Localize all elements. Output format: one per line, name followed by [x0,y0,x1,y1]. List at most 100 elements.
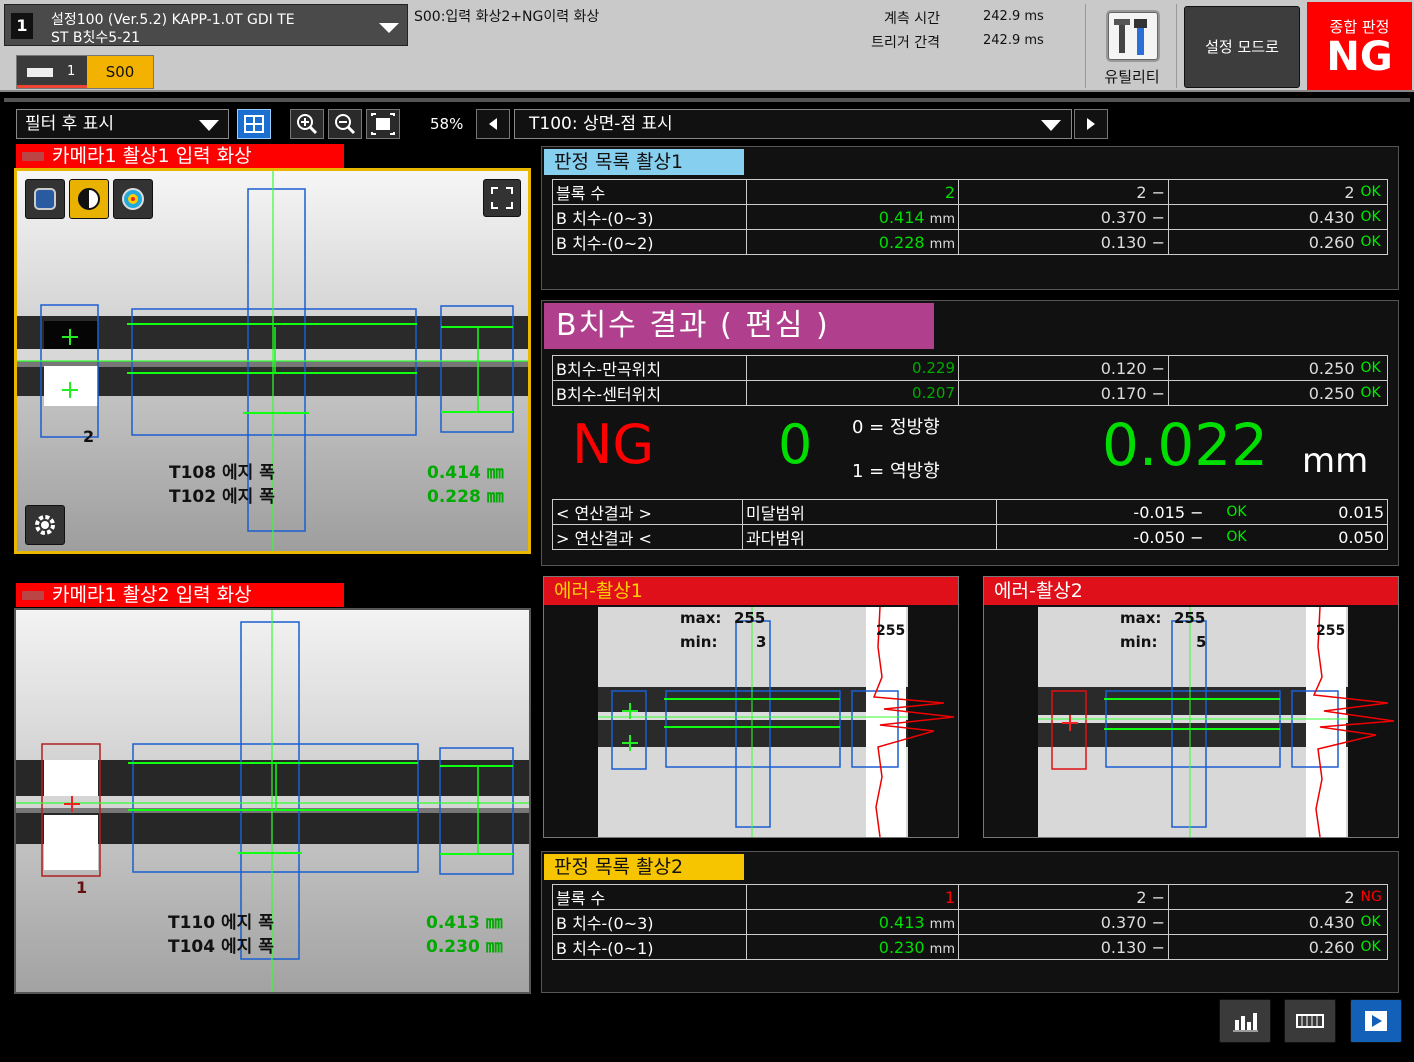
image-mode-button-3[interactable] [113,179,153,219]
next-tool-button[interactable] [1074,109,1108,139]
b-result-panel: B치수 결과 ( 편심 ) B치수-만곡위치 0.229 0.120 − 0.2… [541,300,1399,566]
measure1-label: T108 에지 폭 [169,463,275,483]
row-upper-limit: 0.260 [1168,934,1358,960]
calc-result-table: < 연산결과 > 미달범위 -0.015 − OK 0.015 > 연산결과 <… [552,499,1388,550]
row-value: 0.229 [746,355,959,381]
row-name: 블록 수 [552,884,747,910]
camera1-shot1-view[interactable]: 2 T108 에지 폭 0.414 ㎜ T102 에지 폭 0.228 ㎜ [14,168,531,554]
camera1-shot1-label: 카메라1 촬상1 입력 화상 [16,144,344,168]
row-upper-limit: 0.430 [1168,909,1358,935]
table-row[interactable]: 블록 수 2 2 − 2 OK [552,179,1388,205]
tool-select-label: T100: 상면-점 표시 [529,114,673,134]
measure2-value: 0.228 ㎜ [427,487,504,507]
calc-name: > 연산결과 < [552,524,743,550]
row-value: 0.228 mm [746,229,959,255]
histogram-max-value: 255 [734,609,766,627]
filmstrip-button[interactable] [1284,999,1336,1043]
judge-list-shot1-panel: 판정 목록 촬상1 블록 수 2 2 − 2 OK B 치수-(0~3) 0.4… [541,146,1399,290]
error-shot1-title: 에러-촬상1 [544,577,958,605]
triangle-left-icon [489,118,497,130]
table-row[interactable]: 블록 수 1 2 − 2 NG [552,884,1388,910]
tool-select[interactable]: T100: 상면-점 표시 [514,109,1072,139]
layout-toggle-button[interactable] [237,109,271,139]
camera1-shot2-label-text: 카메라1 촬상2 입력 화상 [52,584,252,606]
direction-value: 0 [778,413,813,476]
calc-lower: -0.050 − [996,524,1207,550]
error-shot2-panel[interactable]: 에러-촬상2 max: 255 min: 5 255 0 [983,576,1399,838]
scene-tab[interactable]: S00 [87,56,153,88]
statistics-button[interactable] [1219,999,1271,1043]
setting-mode-button[interactable]: 설정 모드로 [1184,6,1300,88]
row-lower-limit: 2 − [958,884,1169,910]
row-result: OK [1357,179,1388,205]
row-value: 1 [746,884,959,910]
calc-name: < 연산결과 > [552,499,743,525]
setting-selector[interactable]: 1 설정100 (Ver.5.2) KAPP-1.0T GDI TE ST B칫… [4,4,408,46]
histogram-scale-max: 255 [1316,623,1346,639]
row-lower-limit: 0.120 − [958,355,1169,381]
row-result: OK [1357,355,1388,381]
calc-upper: 0.050 [1266,524,1388,550]
square-frame-icon [34,188,56,210]
filter-display-select[interactable]: 필터 후 표시 [16,109,229,139]
zoom-out-icon [335,114,356,135]
overall-judge-value: NG [1326,34,1393,80]
expand-icon [491,187,513,209]
calc-result: OK [1206,499,1267,525]
block-number-label: 1 [76,878,88,897]
tools-icon [1108,12,1158,60]
direction-legend-1: 1 = 역방향 [852,461,940,482]
table-row[interactable]: > 연산결과 < 과다범위 -0.050 − OK 0.050 [552,524,1388,550]
histogram-max-value: 255 [1174,609,1206,627]
table-row[interactable]: B 치수-(0~2) 0.228 mm 0.130 − 0.260 OK [552,229,1388,255]
histogram-max-label: max: [680,609,722,627]
judge-list-shot2-panel: 판정 목록 촬상2 블록 수 1 2 − 2 NG B 치수-(0~3) 0.4… [541,851,1399,993]
calc-range: 과다범위 [742,524,997,550]
fullscreen-button[interactable] [483,179,521,217]
row-result: OK [1357,934,1388,960]
chevron-down-icon [1041,120,1061,131]
image-mode-button-1[interactable] [25,179,65,219]
camera1-shot2-view[interactable]: 1 T110 에지 폭 0.413 ㎜ T104 에지 폭 0.230 ㎜ [14,608,531,994]
measure2-label: T104 에지 폭 [168,937,274,957]
zoom-out-button[interactable] [328,109,362,139]
row-value: 2 [746,179,959,205]
judge-list-shot2-title: 판정 목록 촬상2 [544,854,744,880]
table-row[interactable]: B 치수-(0~1) 0.230 mm 0.130 − 0.260 OK [552,934,1388,960]
camera-icon [22,152,44,161]
table-row[interactable]: B 치수-(0~3) 0.413 mm 0.370 − 0.430 OK [552,909,1388,935]
image-mode-button-2[interactable] [69,179,109,219]
setting-name-line1: 설정100 (Ver.5.2) KAPP-1.0T GDI TE [51,12,295,28]
histogram-min-label: min: [1120,633,1158,651]
table-row[interactable]: B치수-만곡위치 0.229 0.120 − 0.250 OK [552,355,1388,381]
table-row[interactable]: < 연산결과 > 미달범위 -0.015 − OK 0.015 [552,499,1388,525]
divider [4,98,1410,102]
fit-screen-button[interactable] [366,109,400,139]
table-row[interactable]: B치수-센터위치 0.207 0.170 − 0.250 OK [552,380,1388,406]
row-lower-limit: 2 − [958,179,1169,205]
row-name: B치수-센터위치 [552,380,747,406]
screen-title: S00:입력 화상2+NG이력 화상 [414,9,600,25]
run-button[interactable] [1350,999,1402,1043]
row-name: B치수-만곡위치 [552,355,747,381]
utility-button[interactable]: 유틸리티 [1085,4,1177,88]
setting-number: 1 [11,13,33,39]
table-row[interactable]: B 치수-(0~3) 0.414 mm 0.370 − 0.430 OK [552,204,1388,230]
error-shot1-panel[interactable]: 에러-촬상1 max: 255 min: 3 255 0 [543,576,959,838]
camera-settings-button[interactable] [25,505,65,545]
chevron-down-icon[interactable] [379,23,399,33]
trigger-interval-label: 트리거 간격 [871,35,940,51]
row-name: 블록 수 [552,179,747,205]
triangle-right-icon [1087,118,1095,130]
zoom-in-button[interactable] [290,109,324,139]
fit-screen-icon [371,113,395,135]
gear-icon [35,515,55,535]
row-result: NG [1357,884,1388,910]
camera-scene-tab[interactable]: 1 S00 [16,55,154,89]
target-color-icon [122,188,144,210]
prev-tool-button[interactable] [476,109,510,139]
camera-tab[interactable]: 1 [17,56,87,88]
direction-legend-0: 0 = 정방향 [852,417,940,438]
camera-icon [22,591,44,600]
judge-list-shot1-title: 판정 목록 촬상1 [544,149,744,175]
